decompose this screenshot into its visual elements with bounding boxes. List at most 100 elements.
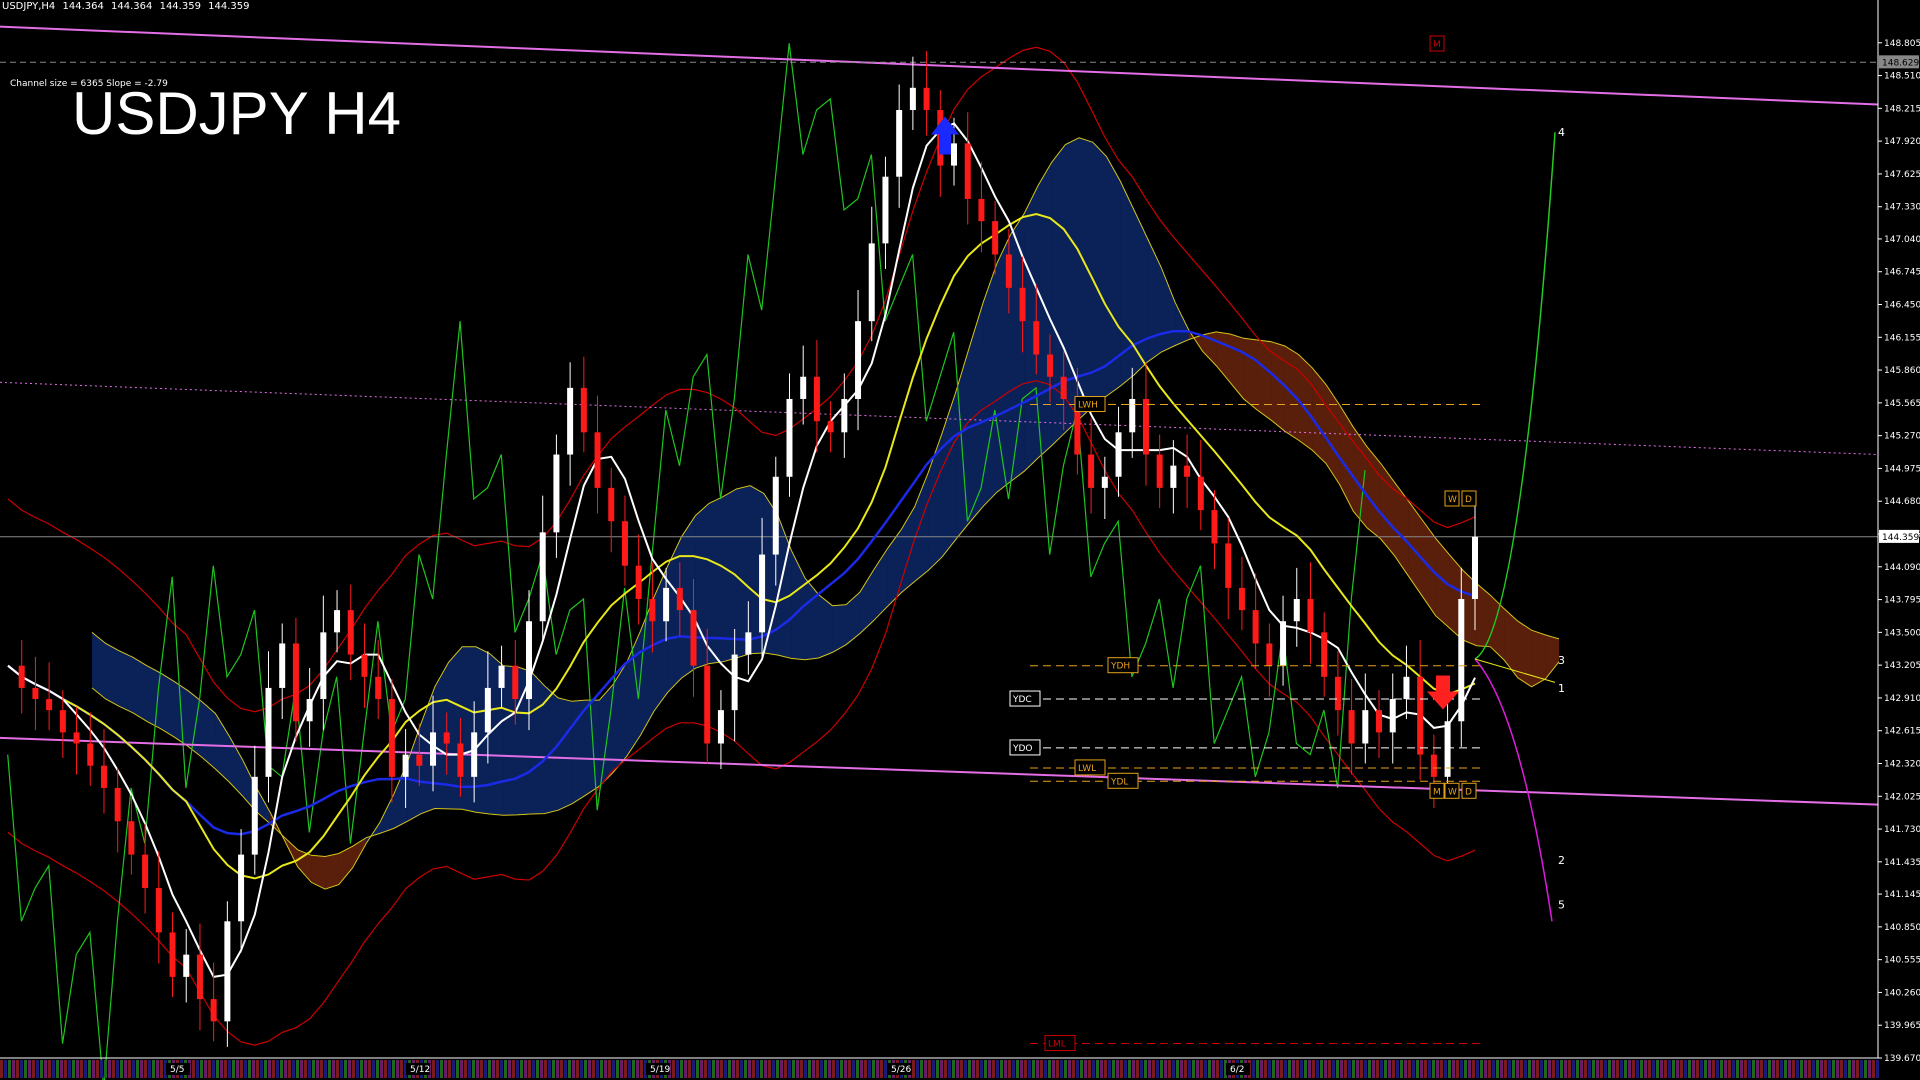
cloud-segment <box>791 550 805 660</box>
candle-body <box>1252 610 1259 644</box>
time-strip-cell <box>1004 1060 1007 1078</box>
price-tick-label: 145.270 <box>1884 432 1920 442</box>
time-strip-cell <box>1144 1060 1147 1078</box>
cloud-segment <box>1339 404 1354 512</box>
time-strip-cell <box>1712 1060 1715 1078</box>
time-strip-cell <box>960 1060 963 1078</box>
time-strip-cell <box>596 1060 599 1078</box>
time-strip-cell <box>1804 1060 1807 1078</box>
time-strip-cell <box>192 1060 195 1078</box>
time-strip-cell <box>152 1060 155 1078</box>
time-strip-cell <box>956 1060 959 1078</box>
candle-body <box>896 110 903 177</box>
time-strip-cell <box>1080 1060 1083 1078</box>
time-strip-cell <box>584 1060 587 1078</box>
candle-body <box>1307 599 1314 633</box>
time-strip-cell <box>1648 1060 1651 1078</box>
price-tick-label: 140.850 <box>1884 923 1920 933</box>
time-strip-cell <box>588 1060 591 1078</box>
time-strip-cell <box>1696 1060 1699 1078</box>
candle-body <box>361 654 368 677</box>
time-strip-cell <box>360 1060 363 1078</box>
price-tick-label: 145.860 <box>1884 366 1920 376</box>
time-strip-cell <box>1136 1060 1139 1078</box>
time-strip-cell <box>296 1060 299 1078</box>
candle-body <box>1156 454 1163 488</box>
time-strip-cell <box>536 1060 539 1078</box>
time-strip-cell <box>1720 1060 1723 1078</box>
time-strip-cell <box>1152 1060 1155 1078</box>
time-strip-cell <box>1448 1060 1451 1078</box>
time-strip-cell <box>1168 1060 1171 1078</box>
time-strip-cell <box>1832 1060 1835 1078</box>
candle-body <box>1389 699 1396 733</box>
time-strip-cell <box>1472 1060 1475 1078</box>
time-strip-cell <box>1568 1060 1571 1078</box>
time-strip-cell <box>884 1060 887 1078</box>
time-strip-cell <box>940 1060 943 1078</box>
price-tick-label: 141.145 <box>1884 890 1920 900</box>
candle-body <box>1362 710 1369 744</box>
time-tick-label: 6/2 <box>1230 1065 1244 1075</box>
time-strip-cell <box>1380 1060 1383 1078</box>
time-strip-cell <box>1704 1060 1707 1078</box>
time-strip-cell <box>1676 1060 1679 1078</box>
time-strip-cell <box>988 1060 991 1078</box>
time-strip-cell <box>1700 1060 1703 1078</box>
time-strip-cell <box>524 1060 527 1078</box>
price-tick-label: 143.500 <box>1884 628 1920 638</box>
time-strip-cell <box>1632 1060 1635 1078</box>
time-strip-cell <box>1488 1060 1491 1078</box>
time-strip-cell <box>1740 1060 1743 1078</box>
time-strip-cell <box>516 1060 519 1078</box>
time-strip-cell <box>844 1060 847 1078</box>
time-strip-cell <box>436 1060 439 1078</box>
time-strip-cell <box>936 1060 939 1078</box>
time-strip-cell <box>388 1060 391 1078</box>
time-strip-cell <box>1788 1060 1791 1078</box>
time-strip-cell <box>364 1060 367 1078</box>
time-strip-cell <box>612 1060 615 1078</box>
time-strip-cell <box>976 1060 979 1078</box>
candle-body <box>238 854 245 922</box>
candle-body <box>320 632 327 700</box>
time-strip-cell <box>1288 1060 1291 1078</box>
cloud-segment <box>1147 238 1162 362</box>
time-strip-cell <box>1876 1060 1879 1078</box>
time-strip-cell <box>1812 1060 1815 1078</box>
cloud-segment <box>133 657 147 722</box>
candle-body <box>855 321 862 399</box>
time-strip-cell <box>776 1060 779 1078</box>
time-strip-cell <box>1628 1060 1631 1078</box>
time-strip-cell <box>316 1060 319 1078</box>
level-label-lwh: LWH <box>1078 401 1098 411</box>
time-strip-cell <box>720 1060 723 1078</box>
candle-body <box>100 765 107 788</box>
price-chart[interactable]: LWHYDHYDCYDOLWLYDLLML12345M W DMW D148.8051… <box>0 0 1920 1080</box>
time-strip-cell <box>624 1060 627 1078</box>
time-strip-cell <box>992 1060 995 1078</box>
candle-body <box>457 743 464 777</box>
time-strip-cell <box>836 1060 839 1078</box>
cloud-segment <box>544 685 559 814</box>
time-strip-cell <box>824 1060 827 1078</box>
time-strip-cell <box>268 1060 271 1078</box>
time-strip-cell <box>128 1060 131 1078</box>
time-strip-cell <box>856 1060 859 1078</box>
time-strip-cell <box>1120 1060 1123 1078</box>
level-label-ydc: YDC <box>1012 695 1032 705</box>
time-strip-cell <box>868 1060 871 1078</box>
time-strip-cell <box>816 1060 819 1078</box>
candle-body <box>539 532 546 622</box>
time-strip-cell <box>1124 1060 1127 1078</box>
time-strip-cell <box>972 1060 975 1078</box>
cloud-segment <box>832 604 847 653</box>
candle-body <box>1321 632 1328 677</box>
time-strip-cell <box>1612 1060 1615 1078</box>
price-tick-label: 141.435 <box>1884 858 1920 868</box>
cloud-segment <box>1175 302 1189 346</box>
candle-body <box>1458 599 1465 722</box>
time-strip-cell <box>548 1060 551 1078</box>
time-strip-cell <box>1640 1060 1643 1078</box>
time-strip-cell <box>964 1060 967 1078</box>
